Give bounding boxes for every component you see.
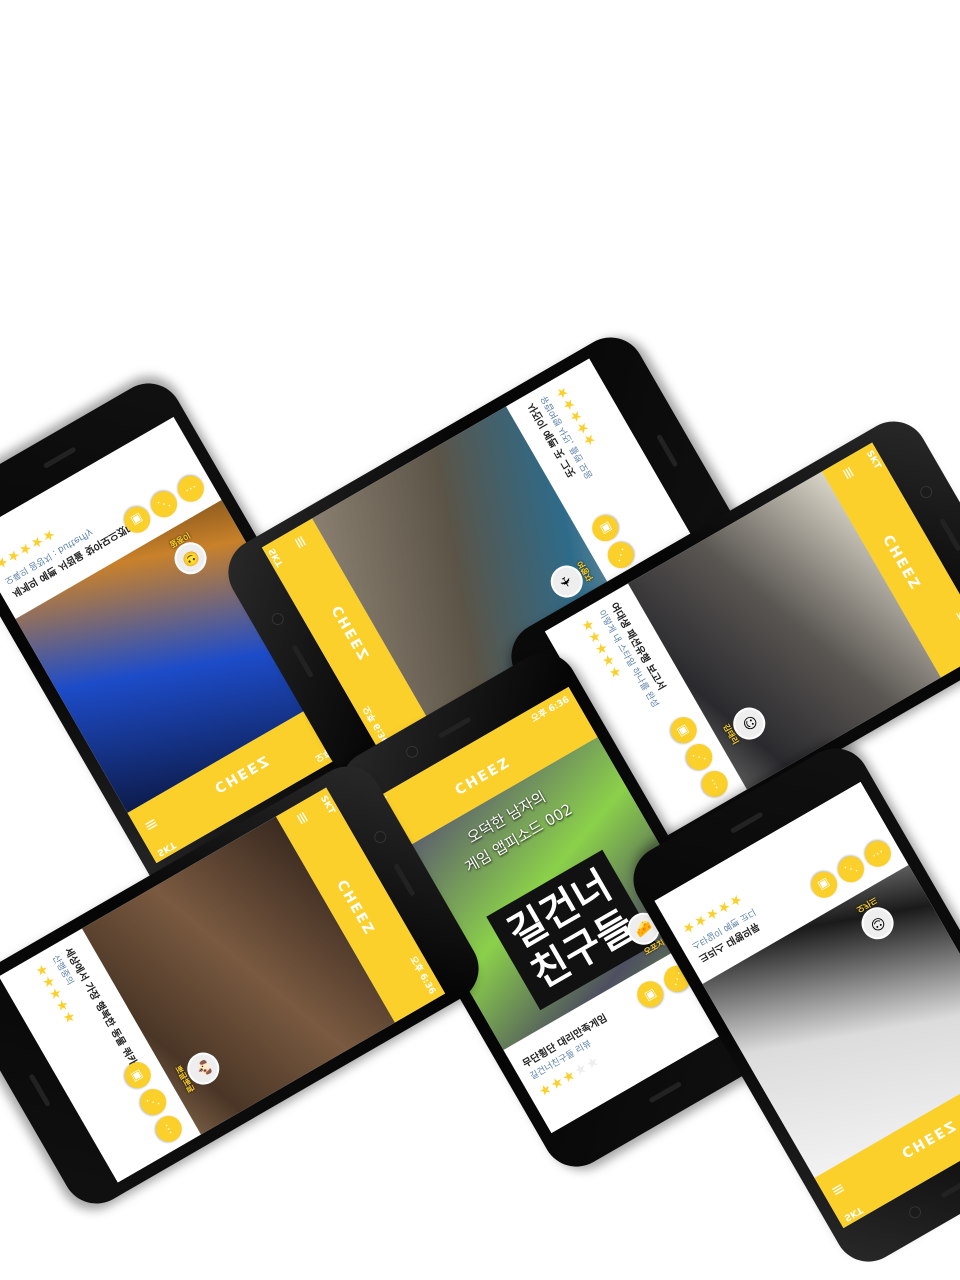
carrier-label: SKT — [267, 546, 286, 569]
save-button[interactable]: ▣ — [587, 510, 623, 546]
speaker — [28, 1073, 51, 1108]
speaker — [656, 433, 679, 468]
speaker — [648, 1081, 683, 1104]
save-button[interactable]: ▣ — [632, 976, 668, 1012]
front-camera — [269, 610, 286, 628]
front-camera — [372, 828, 389, 846]
more-button[interactable]: ⋯ — [151, 1111, 187, 1147]
save-button[interactable]: ▣ — [666, 712, 702, 748]
earpiece — [437, 716, 472, 739]
phone-screen: SKT 오후 6:36 ≡ CHEEZ 🐶 뽀글뽀글 세상에서 가장 행복한 동물 쿼카 산행… — [0, 787, 446, 1183]
share-button[interactable]: ⋰ — [833, 851, 869, 888]
earpiece — [393, 862, 416, 897]
earpiece — [291, 644, 314, 679]
front-camera — [906, 1204, 924, 1221]
front-camera — [403, 743, 421, 760]
save-button[interactable]: ▣ — [806, 867, 842, 903]
phone-screen: SKT오후 6:36≡CHEEZ☺오카드크리스 대행의류스타일이 예쁜 코디★★… — [654, 781, 960, 1229]
more-button[interactable]: ⋯ — [860, 836, 896, 872]
carrier-label: SKT — [317, 794, 337, 817]
share-button[interactable]: ⋰ — [146, 486, 182, 523]
carrier-label: SKT — [863, 449, 883, 472]
front-camera — [918, 483, 935, 501]
share-button[interactable]: ⋰ — [135, 1084, 172, 1120]
earpiece — [939, 517, 960, 552]
speaker — [42, 446, 77, 469]
carrier-label: SKT — [842, 1204, 865, 1223]
more-button[interactable]: ⋯ — [697, 766, 733, 802]
share-button[interactable]: ⋰ — [681, 739, 718, 775]
earpiece — [940, 1176, 960, 1199]
speaker — [729, 811, 764, 834]
more-button[interactable]: ⋯ — [173, 471, 209, 507]
carrier-label: SKT — [155, 839, 178, 858]
